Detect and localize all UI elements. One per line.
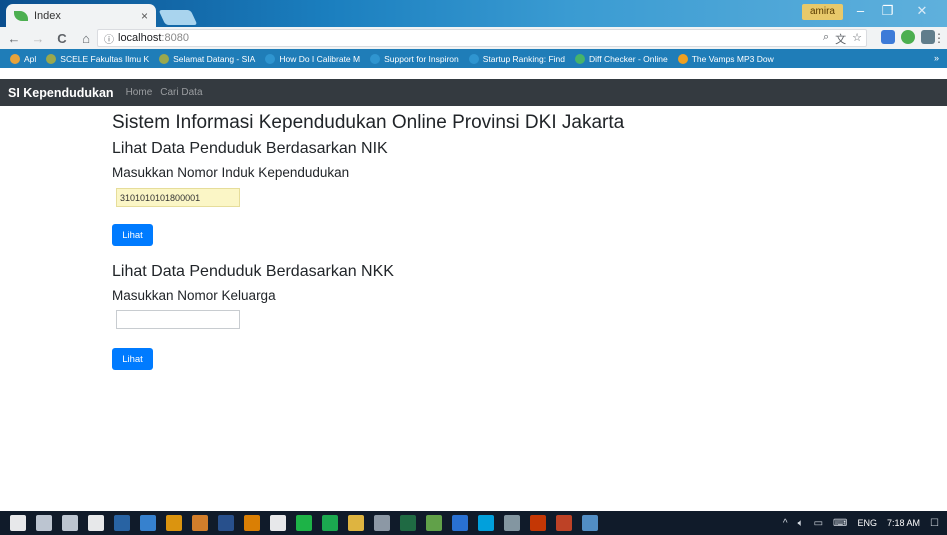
bookmarks-bar: Apl SCELE Fakultas Ilmu K Selamat Datang -…	[0, 49, 947, 68]
nkk-lihat-button[interactable]: Lihat	[112, 348, 153, 370]
keyboard-icon[interactable]: ⌨︎	[833, 518, 847, 529]
nav-link-home[interactable]: Home	[126, 87, 153, 98]
diff-icon	[574, 53, 585, 64]
tab-favicon-icon	[14, 10, 28, 21]
word-icon[interactable]	[218, 515, 234, 531]
maximize-icon[interactable]: ❐	[874, 2, 901, 21]
back-icon[interactable]: ←	[4, 31, 24, 46]
browser-toolbar: ← → C ⌂ ⓘ localhost:8080 ⌕ 文 ☆	[0, 27, 947, 49]
sublime-icon[interactable]	[192, 515, 208, 531]
powerpoint-icon[interactable]	[556, 515, 572, 531]
bookmark-label: The Vamps MP3 Dow	[691, 53, 774, 64]
bookmark-item[interactable]: Selamat Datang - SIA	[159, 53, 256, 64]
battery-icon[interactable]: ▭	[814, 518, 823, 529]
bookmark-item[interactable]: How Do I Calibrate M	[265, 53, 361, 64]
reload-icon[interactable]: C	[52, 31, 72, 46]
site-info-icon[interactable]: ⓘ	[104, 31, 114, 46]
translate-icon[interactable]: 文	[835, 31, 846, 47]
nik-field-label: Masukkan Nomor Induk Kependudukan	[112, 165, 350, 180]
page-title: Sistem Informasi Kependudukan Online Pro…	[112, 112, 625, 133]
edge-icon[interactable]	[140, 515, 156, 531]
dell-icon	[370, 53, 381, 64]
siak-icon	[159, 53, 170, 64]
tab-title: Index	[34, 9, 61, 22]
drive-extension-icon[interactable]	[901, 30, 915, 44]
extension-icon[interactable]	[881, 30, 895, 44]
line-icon[interactable]	[296, 515, 312, 531]
nkk-input[interactable]	[116, 310, 240, 329]
clock[interactable]: 7:18 AM	[887, 518, 920, 528]
files-icon[interactable]	[348, 515, 364, 531]
task-view-icon[interactable]	[62, 515, 78, 531]
settings-icon[interactable]	[504, 515, 520, 531]
language-indicator[interactable]: ENG	[857, 518, 877, 528]
zoom-icon[interactable]: ⌕	[823, 31, 829, 47]
menu-icon[interactable]: ⋮	[933, 31, 945, 45]
office-icon[interactable]	[530, 515, 546, 531]
nik-lihat-button[interactable]: Lihat	[112, 224, 153, 246]
bookmark-item[interactable]: Startup Ranking: Find	[468, 53, 565, 64]
nav-link-cari-data[interactable]: Cari Data	[160, 87, 202, 98]
music-icon	[677, 53, 688, 64]
explorer-icon[interactable]	[374, 515, 390, 531]
notification-icon[interactable]: ☐	[930, 518, 939, 529]
skype-icon[interactable]	[478, 515, 494, 531]
home-icon[interactable]: ⌂	[76, 31, 96, 46]
browser-title-bar: Index × amira – ❐ ✕	[0, 0, 947, 27]
search-icon[interactable]	[36, 515, 52, 531]
start-icon[interactable]	[10, 515, 26, 531]
page-icon	[265, 53, 276, 64]
nik-input[interactable]	[116, 188, 240, 207]
system-tray: ^ 🔈︎ ▭ ⌨︎ ENG 7:18 AM ☐	[783, 511, 939, 535]
bookmark-item[interactable]: Diff Checker - Online	[574, 53, 668, 64]
excel-icon[interactable]	[400, 515, 416, 531]
bookmarks-overflow-icon[interactable]: »	[934, 49, 939, 68]
scele-icon	[46, 53, 57, 64]
bookmark-label: Selamat Datang - SIA	[173, 53, 256, 64]
minimize-icon[interactable]: –	[847, 2, 874, 21]
address-port: :8080	[161, 32, 189, 44]
app-navbar: SI Kependudukan Home Cari Data	[0, 79, 947, 106]
bookmark-item[interactable]: Support for Inspiron	[370, 53, 459, 64]
startup-icon	[468, 53, 479, 64]
photoshop-icon[interactable]	[114, 515, 130, 531]
tray-overflow-icon[interactable]: ^	[783, 518, 788, 529]
star-icon[interactable]: ☆	[852, 31, 862, 47]
bookmark-item[interactable]: The Vamps MP3 Dow	[677, 53, 774, 64]
bookmark-label: Diff Checker - Online	[588, 53, 668, 64]
bookmark-item[interactable]: Apl	[10, 53, 37, 64]
obs-icon[interactable]	[270, 515, 286, 531]
window-user-badge[interactable]: amira	[801, 4, 843, 20]
notepad-icon[interactable]	[426, 515, 442, 531]
address-host: localhost	[118, 32, 162, 44]
windows-taskbar: ^ 🔈︎ ▭ ⌨︎ ENG 7:18 AM ☐	[0, 511, 947, 535]
nkk-section-heading: Lihat Data Penduduk Berdasarkan NKK	[112, 263, 394, 280]
vlc-icon[interactable]	[244, 515, 260, 531]
navbar-brand[interactable]: SI Kependudukan	[8, 86, 114, 100]
window-close-icon[interactable]: ✕	[903, 2, 941, 21]
store-icon[interactable]	[88, 515, 104, 531]
bookmark-label: SCELE Fakultas Ilmu K	[60, 53, 150, 64]
app-icon[interactable]	[452, 515, 468, 531]
new-tab-button[interactable]	[158, 10, 198, 25]
address-bar[interactable]: ⓘ localhost:8080 ⌕ 文 ☆	[97, 29, 867, 47]
bookmark-label: How Do I Calibrate M	[279, 53, 361, 64]
bookmark-label: Startup Ranking: Find	[482, 53, 565, 64]
paint-icon[interactable]	[582, 515, 598, 531]
nkk-field-label: Masukkan Nomor Keluarga	[112, 288, 276, 303]
forward-icon[interactable]: →	[28, 31, 48, 46]
volume-icon[interactable]: 🔈︎	[798, 518, 804, 529]
tab-close-icon[interactable]: ×	[141, 9, 148, 23]
bookmark-label: Support for Inspiron	[384, 53, 459, 64]
browser-tab[interactable]: Index ×	[6, 4, 156, 27]
bookmark-label: Apl	[24, 53, 37, 64]
bookmark-item[interactable]: SCELE Fakultas Ilmu K	[46, 53, 150, 64]
nik-section-heading: Lihat Data Penduduk Berdasarkan NIK	[112, 140, 388, 157]
apps-icon	[10, 53, 20, 64]
spotify-icon[interactable]	[322, 515, 338, 531]
chrome-icon[interactable]	[166, 515, 182, 531]
